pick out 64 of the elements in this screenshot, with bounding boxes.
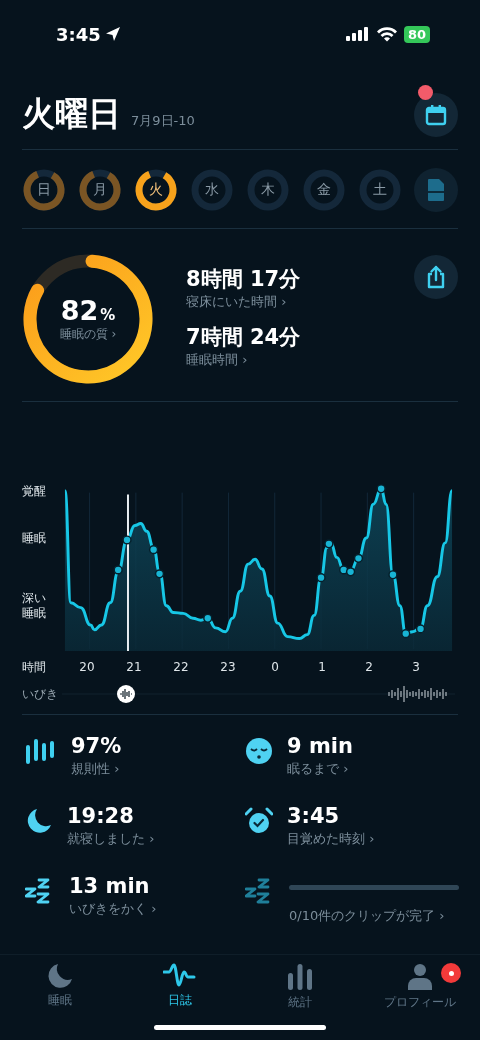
metric-link[interactable]: 就寝しました ›: [67, 829, 245, 849]
person-icon: [407, 963, 433, 991]
duration-link[interactable]: 寝床にいた時間 ›: [186, 293, 301, 311]
document-icon: [427, 178, 445, 202]
axis-label: 1: [318, 660, 326, 674]
share-button[interactable]: [414, 255, 458, 299]
day-button[interactable]: 金: [302, 168, 346, 212]
day-title: 火曜日: [22, 93, 121, 135]
metric-value: 3:45: [287, 803, 341, 829]
wifi-icon: [375, 26, 398, 42]
snore-marker[interactable]: [117, 685, 135, 703]
day-button[interactable]: 木: [246, 168, 290, 212]
calendar-icon: [425, 103, 447, 126]
metric-link[interactable]: 眠るまで ›: [287, 759, 445, 779]
snore-label: いびき: [21, 686, 59, 702]
share-icon: [425, 265, 447, 289]
axis-label: 0: [271, 660, 279, 674]
metric-value: 19:28: [67, 803, 135, 829]
metric-link[interactable]: いびきをかく ›: [69, 899, 245, 919]
axis-label: 21: [126, 660, 142, 674]
tab-button[interactable]: 日誌: [125, 963, 235, 1015]
axis-label: 覚醒: [22, 484, 47, 499]
bar-chart-icon: [25, 737, 57, 765]
day-button[interactable]: 月: [78, 168, 122, 212]
day-button[interactable]: 火: [134, 168, 178, 212]
duration-value: 7時間 24分: [186, 324, 301, 351]
battery-level: 80: [403, 25, 430, 43]
signal-icon: [345, 27, 370, 41]
quality-score: 82%: [60, 295, 116, 326]
axis-label: 2: [365, 660, 373, 674]
duration-value: 8時間 17分: [186, 266, 301, 293]
axis-label: 20: [79, 660, 95, 674]
tab-button[interactable]: 統計: [245, 963, 355, 1015]
metric-link[interactable]: 規則性 ›: [71, 759, 245, 779]
axis-label: 3: [412, 660, 420, 674]
day-button[interactable]: 日: [22, 168, 66, 212]
snore-waveform-icon: [388, 685, 447, 703]
calendar-button[interactable]: [414, 92, 458, 137]
sleeping-face-icon: [245, 737, 273, 765]
metric-link[interactable]: 目覚めた時刻 ›: [287, 829, 445, 849]
bar-chart-icon: [287, 963, 313, 991]
tab-button[interactable]: プロフィール: [365, 963, 475, 1015]
moon-icon: [47, 963, 73, 989]
axis-label: 深い睡眠: [22, 591, 47, 621]
metric-value: 9 min: [287, 733, 354, 759]
location-arrow-icon: [104, 26, 121, 42]
day-button[interactable]: 土: [358, 168, 402, 212]
wave-icon: [163, 963, 197, 989]
axis-title: 時間: [21, 659, 47, 675]
metric-value: 97%: [71, 733, 123, 759]
report-button[interactable]: [414, 168, 458, 212]
date-range: 7月9日-10: [131, 112, 195, 130]
axis-label: 22: [173, 660, 189, 674]
duration-link[interactable]: 睡眠時間 ›: [186, 351, 301, 369]
quality-link[interactable]: 睡眠の質 ›: [59, 326, 117, 343]
metric-value: 13 min: [69, 873, 151, 899]
tab-button[interactable]: 睡眠: [5, 963, 115, 1015]
day-button[interactable]: 水: [190, 168, 234, 212]
metric-link[interactable]: 0/10件のクリップが完了 ›: [289, 906, 459, 926]
alarm-clock-icon: [245, 807, 273, 835]
axis-label: 睡眠: [22, 531, 47, 546]
axis-label: 23: [220, 660, 236, 674]
status-time: 3:45: [56, 23, 101, 45]
moon-icon: [25, 807, 53, 835]
